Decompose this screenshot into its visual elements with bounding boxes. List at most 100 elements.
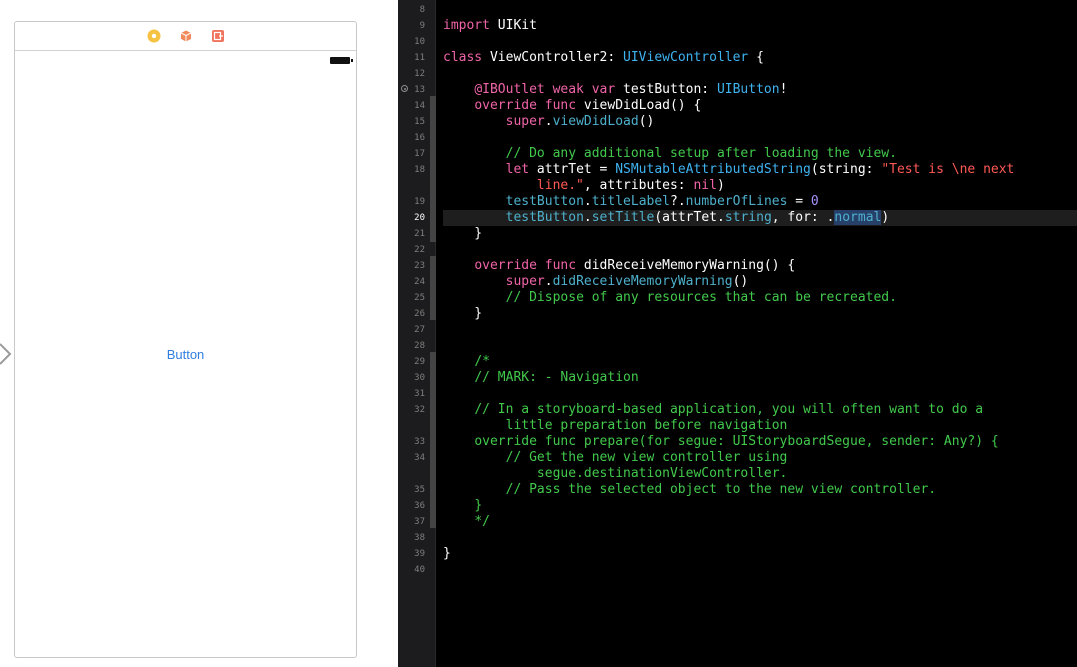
change-bar xyxy=(430,352,436,528)
code-token: viewDidLoad() { xyxy=(576,98,702,113)
line-number: 29 xyxy=(414,357,425,367)
line-number: 13 xyxy=(414,85,425,95)
line-number: 37 xyxy=(414,517,425,527)
view-controller-icon[interactable] xyxy=(147,29,161,43)
code-token: ?. xyxy=(670,194,686,209)
code-token: numberOfLines xyxy=(685,194,788,209)
line-number: 19 xyxy=(414,197,425,207)
line-number: 33 xyxy=(414,437,425,447)
button-element[interactable]: Button xyxy=(15,347,356,362)
code-line[interactable] xyxy=(443,34,1077,50)
code-line[interactable] xyxy=(443,2,1077,18)
code-line[interactable] xyxy=(443,322,1077,338)
code-line[interactable]: override func viewDidLoad() { xyxy=(443,98,1077,114)
code-line[interactable]: segue.destinationViewController. xyxy=(443,466,1077,482)
line-number: 28 xyxy=(414,341,425,351)
code-line[interactable]: // Dispose of any resources that can be … xyxy=(443,290,1077,306)
code-line[interactable]: */ xyxy=(443,514,1077,530)
code-token: ViewController2: xyxy=(482,50,624,65)
code-line[interactable] xyxy=(443,242,1077,258)
code-token: // Dispose of any resources that can be … xyxy=(505,290,897,305)
code-line[interactable]: // In a storyboard-based application, yo… xyxy=(443,402,1077,418)
first-responder-icon[interactable] xyxy=(179,29,193,43)
code-line[interactable]: // MARK: - Navigation xyxy=(443,370,1077,386)
code-line[interactable]: // Get the new view controller using xyxy=(443,450,1077,466)
code-token: } xyxy=(443,226,483,241)
code-line[interactable] xyxy=(443,562,1077,578)
code-token: titleLabel xyxy=(591,194,671,209)
code-line[interactable]: super.didReceiveMemoryWarning() xyxy=(443,274,1077,290)
code-line[interactable]: // Pass the selected object to the new v… xyxy=(443,482,1077,498)
code-token: didReceiveMemoryWarning() { xyxy=(576,258,796,273)
exit-icon[interactable] xyxy=(211,29,225,43)
code-line[interactable]: } xyxy=(443,226,1077,242)
line-number: 18 xyxy=(414,165,425,175)
code-token: class xyxy=(443,50,483,65)
code-token: setTitle xyxy=(591,210,655,225)
entry-point-arrow-icon[interactable] xyxy=(0,343,12,365)
code-token: import xyxy=(443,18,490,33)
code-token: attrTet = xyxy=(529,162,616,177)
code-token: testButton xyxy=(505,210,584,225)
code-line[interactable] xyxy=(443,66,1077,82)
code-token: UIButton xyxy=(716,82,780,97)
line-number: 30 xyxy=(414,373,425,383)
code-token: segue.destinationViewController. xyxy=(536,466,788,481)
line-number: 12 xyxy=(414,69,425,79)
code-token: didReceiveMemoryWarning xyxy=(552,274,733,289)
line-number: 38 xyxy=(414,533,425,543)
code-line[interactable]: override func didReceiveMemoryWarning() … xyxy=(443,258,1077,274)
code-token: viewDidLoad xyxy=(552,114,639,129)
code-line[interactable]: override func prepare(for segue: UIStory… xyxy=(443,434,1077,450)
change-bar xyxy=(430,256,436,320)
line-number: 22 xyxy=(414,245,425,255)
line-number: 39 xyxy=(414,549,425,559)
line-number: 40 xyxy=(414,565,425,575)
code-line[interactable]: } xyxy=(443,306,1077,322)
code-line[interactable]: /* xyxy=(443,354,1077,370)
storyboard-canvas[interactable]: Button xyxy=(0,0,398,667)
code-line[interactable]: little preparation before navigation xyxy=(443,418,1077,434)
code-token: normal xyxy=(834,210,882,225)
code-line[interactable]: @IBOutlet weak var testButton: UIButton! xyxy=(443,82,1077,98)
code-line[interactable]: // Do any additional setup after loading… xyxy=(443,146,1077,162)
code-line[interactable] xyxy=(443,338,1077,354)
line-number: 8 xyxy=(419,5,425,15)
view-controller-scene[interactable]: Button xyxy=(14,21,357,658)
code-line[interactable]: line.", attributes: nil) xyxy=(443,178,1077,194)
code-token: } xyxy=(443,546,451,561)
code-editor[interactable]: 8 9 10 11 12 13 14 15 16 17 18 19 20 21 22 23 24 25 26 27 28… xyxy=(398,0,1077,667)
code-token: UIViewController xyxy=(623,50,749,65)
code-line[interactable]: testButton.titleLabel?.numberOfLines = 0 xyxy=(443,194,1077,210)
line-number: 32 xyxy=(414,405,425,415)
code-line[interactable]: import UIKit xyxy=(443,18,1077,34)
code-token: (string: xyxy=(810,162,882,177)
line-number: 15 xyxy=(414,117,425,127)
code-line[interactable] xyxy=(443,386,1077,402)
code-line[interactable]: } xyxy=(443,498,1077,514)
code-line[interactable]: testButton.setTitle(attrTet.string, for:… xyxy=(443,210,1077,226)
code-token: let xyxy=(505,162,530,177)
line-number: 16 xyxy=(414,133,425,143)
code-line[interactable] xyxy=(443,130,1077,146)
line-number-gutter[interactable]: 8 9 10 11 12 13 14 15 16 17 18 19 20 21 22 23 24 25 26 27 28… xyxy=(398,0,436,667)
code-token: () xyxy=(638,114,655,129)
code-line[interactable]: super.viewDidLoad() xyxy=(443,114,1077,130)
code-line[interactable]: } xyxy=(443,546,1077,562)
code-line[interactable]: let attrTet = NSMutableAttributedString(… xyxy=(443,162,1077,178)
code-line[interactable]: class ViewController2: UIViewController … xyxy=(443,50,1077,66)
code-line[interactable] xyxy=(443,530,1077,546)
